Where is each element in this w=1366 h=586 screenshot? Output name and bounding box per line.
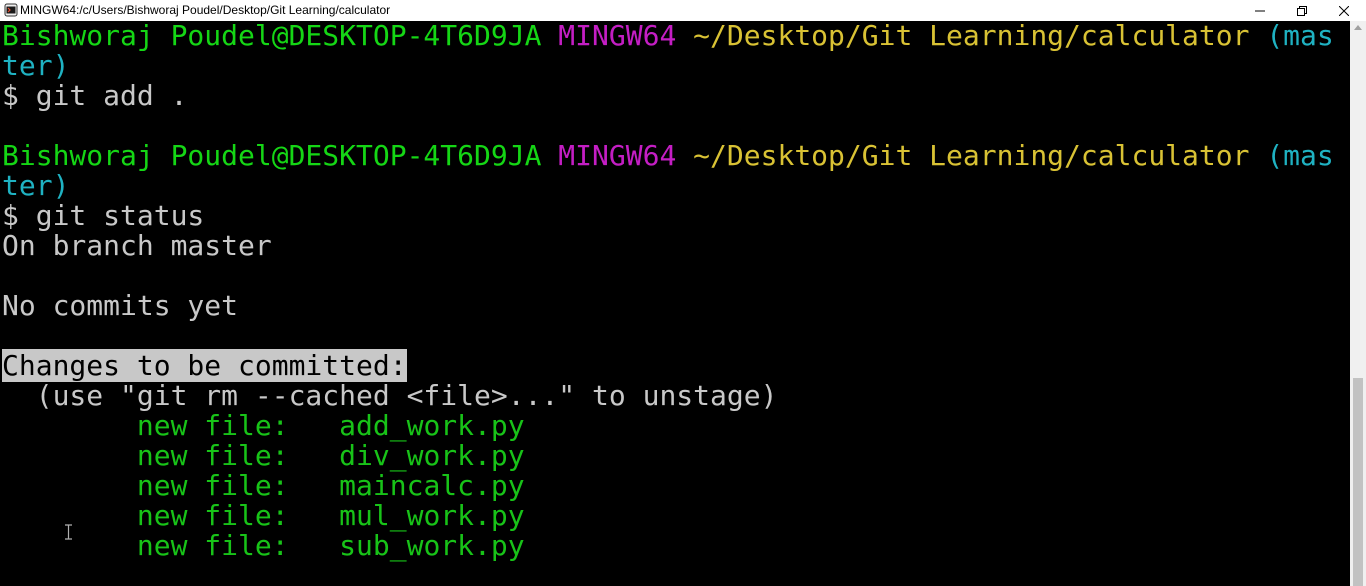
staged-file-line: new file: div_work.py — [0, 441, 1350, 471]
staged-file-line: new file: add_work.py — [0, 411, 1350, 441]
minimize-button[interactable] — [1237, 0, 1282, 21]
scrollbar-thumb[interactable] — [1353, 378, 1363, 586]
prompt-line: Bishworaj Poudel@DESKTOP-4T6D9JA MINGW64… — [0, 141, 1350, 171]
file-name: add_work.py — [339, 409, 525, 442]
text-cursor-icon — [65, 524, 72, 540]
command-line: $ git status — [2, 199, 205, 232]
title-bar[interactable]: MINGW64:/c/Users/Bishworaj Poudel/Deskto… — [0, 0, 1366, 21]
selected-text[interactable]: Changes to be committed: — [2, 349, 407, 382]
prompt-branch-end: ter) — [2, 169, 70, 202]
command-line: $ git add . — [2, 79, 188, 112]
file-status: new file: — [136, 499, 289, 532]
file-status: new file: — [136, 469, 289, 502]
branch-status-line: On branch master — [2, 229, 272, 262]
restore-icon — [1296, 5, 1307, 16]
git-bash-icon — [4, 3, 18, 17]
prompt-user-host: Bishworaj Poudel@DESKTOP-4T6D9JA — [2, 139, 542, 172]
prompt-line-wrap: ter) — [0, 171, 1350, 201]
changes-header-line: Changes to be committed: — [0, 349, 1350, 382]
file-name: sub_work.py — [339, 529, 525, 562]
minimize-icon — [1254, 10, 1265, 11]
commits-status-line: No commits yet — [2, 289, 239, 322]
prompt-path: ~/Desktop/Git Learning/calculator — [693, 19, 1250, 52]
restore-button[interactable] — [1279, 0, 1324, 21]
scroll-up-arrow-icon[interactable] — [1354, 25, 1362, 30]
file-status: new file: — [136, 529, 289, 562]
file-name: div_work.py — [339, 439, 525, 472]
file-name: mul_work.py — [339, 499, 525, 532]
file-status: new file: — [136, 409, 289, 442]
file-status: new file: — [136, 439, 289, 472]
staged-file-line: new file: sub_work.py — [0, 531, 1350, 561]
prompt-env: MINGW64 — [558, 139, 677, 172]
prompt-branch-end: ter) — [2, 49, 70, 82]
unstage-hint-line: (use "git rm --cached <file>..." to unst… — [2, 379, 778, 412]
staged-file-line: new file: maincalc.py — [0, 471, 1350, 501]
terminal-window: MINGW64:/c/Users/Bishworaj Poudel/Deskto… — [0, 0, 1366, 586]
prompt-env: MINGW64 — [558, 19, 677, 52]
prompt-branch-start: (mas — [1266, 139, 1334, 172]
file-name: maincalc.py — [339, 469, 525, 502]
vertical-scrollbar[interactable] — [1350, 21, 1366, 586]
staged-file-line: new file: mul_work.py — [0, 501, 1350, 531]
window-title: MINGW64:/c/Users/Bishworaj Poudel/Deskto… — [20, 3, 391, 17]
prompt-line: Bishworaj Poudel@DESKTOP-4T6D9JA MINGW64… — [0, 21, 1350, 51]
prompt-path: ~/Desktop/Git Learning/calculator — [693, 139, 1250, 172]
terminal-output[interactable]: Bishworaj Poudel@DESKTOP-4T6D9JA MINGW64… — [0, 21, 1350, 586]
close-icon — [1338, 5, 1349, 16]
prompt-user-host: Bishworaj Poudel@DESKTOP-4T6D9JA — [2, 19, 542, 52]
close-button[interactable] — [1321, 0, 1366, 21]
prompt-line-wrap: ter) — [0, 51, 1350, 81]
prompt-branch-start: (mas — [1266, 19, 1334, 52]
